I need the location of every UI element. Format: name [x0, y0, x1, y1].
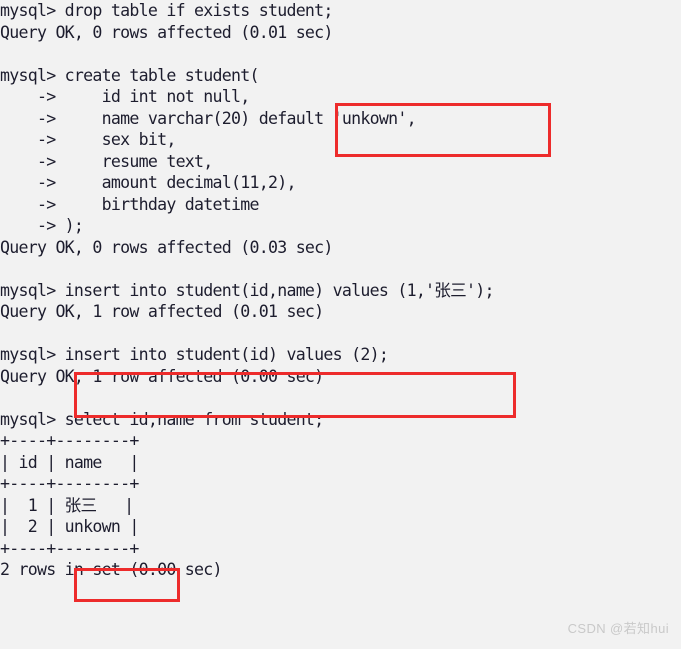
- console-line: -> id int not null,: [0, 87, 250, 106]
- console-line: Query OK, 1 row affected (0.01 sec): [0, 302, 324, 321]
- console-line-blank: [0, 43, 681, 65]
- console-line: mysql> insert into student(id,name) valu…: [0, 280, 494, 300]
- console-line: mysql> insert into student(id) values (2…: [0, 345, 389, 364]
- console-line: -> resume text,: [0, 151, 213, 171]
- console-line: -> sex bit,: [0, 130, 176, 149]
- console-line-blank: [0, 387, 681, 409]
- console-line: -> birthday datetime: [0, 194, 260, 214]
- result-table-row: | 1 | 张三 |: [0, 495, 134, 515]
- console-line-blank: [0, 323, 681, 345]
- csdn-watermark: CSDN @若知hui: [567, 621, 669, 636]
- result-table-separator-bottom: +----+--------+: [0, 538, 139, 558]
- result-table-header-row: | id | name |: [0, 452, 139, 472]
- console-line-blank: [0, 258, 681, 280]
- console-line: Query OK, 1 row affected (0.00 sec): [0, 366, 324, 386]
- result-table-row: | 2 | unkown |: [0, 517, 139, 536]
- console-line: -> name varchar(20) default 'unkown',: [0, 108, 417, 128]
- result-table-separator-top: +----+--------+: [0, 431, 139, 450]
- console-line: mysql> create table student(: [0, 65, 259, 85]
- console-line: Query OK, 0 rows affected (0.03 sec): [0, 237, 333, 257]
- console-line: mysql> drop table if exists student;: [0, 1, 333, 20]
- console-line: -> amount decimal(11,2),: [0, 173, 297, 192]
- console-line: -> );: [0, 216, 84, 235]
- console-line: Query OK, 0 rows affected (0.01 sec): [0, 22, 333, 42]
- console-line: mysql> select id,name from student;: [0, 409, 324, 429]
- mysql-terminal-window: mysql> drop table if exists student; Quer…: [0, 0, 681, 649]
- console-output[interactable]: mysql> drop table if exists student; Quer…: [0, 0, 681, 581]
- console-line: 2 rows in set (0.00 sec): [0, 560, 223, 579]
- result-table-separator-middle: +----+--------+: [0, 474, 139, 493]
